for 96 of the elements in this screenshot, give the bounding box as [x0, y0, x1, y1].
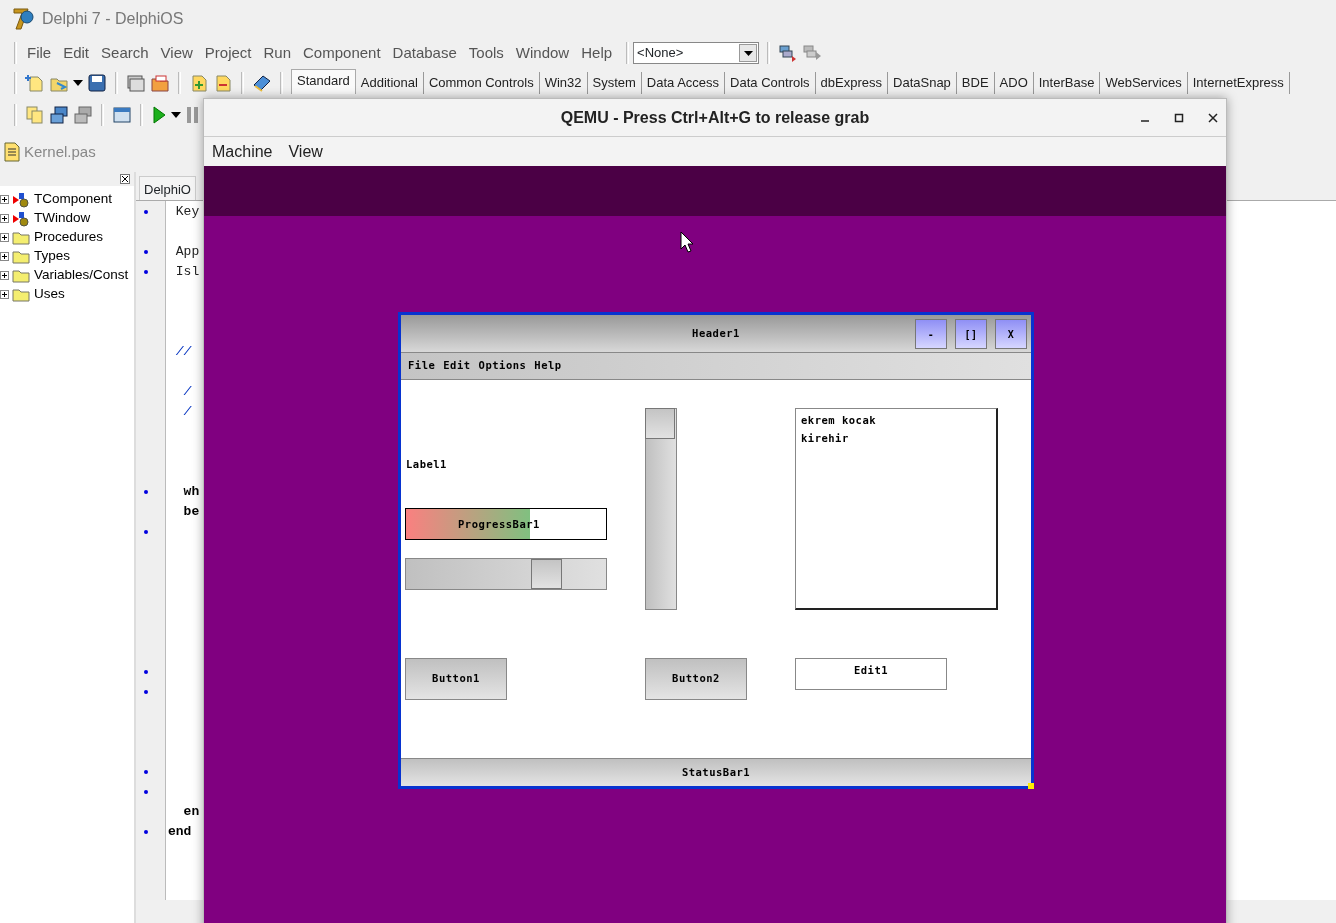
palette-tab[interactable]: Data Controls	[725, 72, 816, 94]
palette-tab[interactable]: Common Controls	[423, 72, 540, 94]
palette-tab[interactable]: dbExpress	[815, 72, 888, 94]
button[interactable]: Button1	[405, 658, 507, 700]
palette-tab[interactable]: InternetExpress	[1187, 72, 1290, 94]
menu-item[interactable]: File	[408, 358, 436, 374]
code-text: end	[168, 824, 192, 839]
code-text: //	[174, 344, 192, 359]
tree-item[interactable]: Variables/Const	[34, 265, 129, 286]
palette-tab[interactable]: Win32	[539, 72, 588, 94]
code-text: App	[174, 244, 200, 259]
folder-icon	[12, 287, 30, 302]
slider-thumb[interactable]	[531, 559, 563, 589]
menu-item[interactable]: Database	[386, 41, 463, 65]
code-text: /	[182, 404, 192, 419]
book-icon[interactable]	[252, 73, 272, 93]
tree-item[interactable]: TComponent	[34, 189, 113, 210]
window-icon[interactable]	[112, 105, 132, 125]
window-title: Header1	[692, 325, 740, 341]
windows-icon[interactable]	[126, 73, 146, 93]
menu-item[interactable]: Window	[509, 41, 576, 65]
palette-tab[interactable]: BDE	[956, 72, 995, 94]
menu-item[interactable]: View	[154, 41, 199, 65]
folder-icon	[12, 230, 30, 245]
scrollbar[interactable]	[645, 408, 677, 610]
code-text: /	[182, 384, 192, 399]
title-button[interactable]: []	[955, 319, 987, 349]
run-icon[interactable]	[151, 105, 167, 125]
folder-icon	[12, 249, 30, 264]
menu-item[interactable]: Options	[478, 358, 527, 374]
close-icon[interactable]	[1208, 112, 1218, 123]
caret-icon	[743, 50, 753, 56]
expand-icon[interactable]	[0, 233, 9, 242]
resize-grip[interactable]	[1028, 783, 1034, 789]
menu-item[interactable]: View	[288, 139, 331, 164]
caret-icon[interactable]	[73, 80, 83, 86]
title-button[interactable]: X	[995, 319, 1027, 349]
menu-item[interactable]: Component	[297, 41, 387, 65]
palette-tab[interactable]: Additional	[355, 72, 424, 94]
tree-item[interactable]: Types	[34, 246, 71, 267]
expand-icon[interactable]	[0, 271, 9, 280]
tree-item[interactable]: Uses	[34, 284, 65, 305]
caret-icon[interactable]	[171, 112, 181, 118]
menu-item[interactable]: Help	[534, 358, 562, 374]
palette-tab[interactable]: DataSnap	[888, 72, 957, 94]
folder-icon	[12, 268, 30, 283]
label-text: Label1	[406, 457, 447, 472]
save-icon[interactable]	[87, 73, 107, 93]
palette-tab[interactable]: InterBase	[1033, 72, 1101, 94]
add-file-icon[interactable]	[189, 73, 209, 93]
document-icon	[4, 142, 20, 162]
menu-item[interactable]: Search	[95, 41, 155, 65]
remove-file-icon[interactable]	[213, 73, 233, 93]
list-item[interactable]: ekrem kocak	[801, 411, 991, 429]
close-icon[interactable]	[120, 174, 130, 184]
code-text: Key	[174, 204, 200, 219]
tree-item[interactable]: TWindow	[34, 208, 91, 229]
palette-tab[interactable]: System	[587, 72, 642, 94]
list-item[interactable]: kirehir	[801, 429, 991, 447]
tree-item[interactable]: Procedures	[34, 227, 104, 248]
window-title: QEMU - Press Ctrl+Alt+G to release grab	[560, 107, 870, 128]
new-document-icon[interactable]	[25, 73, 45, 93]
component-combo[interactable]: <None>	[633, 42, 760, 64]
menu-item[interactable]: Run	[257, 41, 298, 65]
menu-item[interactable]: Machine	[212, 139, 281, 164]
menu-item[interactable]: Edit	[57, 41, 96, 65]
code-text: en	[182, 804, 200, 819]
cursor-icon	[680, 231, 694, 253]
window-title: Delphi 7 - DelphiOS	[42, 9, 184, 29]
menu-item[interactable]: Edit	[443, 358, 471, 374]
editor-tab[interactable]: DelphiO	[139, 176, 196, 200]
expand-icon[interactable]	[0, 252, 9, 261]
status-bar-text: StatusBar1	[681, 764, 751, 780]
menu-item[interactable]: File	[21, 41, 58, 65]
menu-item[interactable]: Tools	[462, 41, 510, 65]
palette-tab[interactable]: Standard	[291, 69, 356, 94]
palette-tab[interactable]: WebServices	[1100, 72, 1188, 94]
menu-item[interactable]: Project	[198, 41, 258, 65]
code-text: be	[182, 504, 200, 519]
code-text: Isl	[174, 264, 200, 279]
app-logo-icon	[12, 7, 34, 31]
expand-icon[interactable]	[0, 290, 9, 299]
palette-tab[interactable]: Data Access	[641, 72, 726, 94]
class-icon	[12, 210, 30, 227]
title-button[interactable]: -	[915, 319, 947, 349]
class-icon	[12, 191, 30, 208]
code-text: wh	[182, 484, 200, 499]
expand-icon[interactable]	[0, 214, 9, 223]
menu-item[interactable]: Help	[575, 41, 619, 65]
maximize-icon[interactable]	[1174, 112, 1184, 123]
folder-icon[interactable]	[150, 73, 170, 93]
palette-tab[interactable]: ADO	[994, 72, 1034, 94]
windows-icon[interactable]	[49, 105, 69, 125]
button[interactable]: Button2	[645, 658, 747, 700]
edit-field[interactable]: Edit1	[795, 658, 947, 690]
expand-icon[interactable]	[0, 195, 9, 204]
